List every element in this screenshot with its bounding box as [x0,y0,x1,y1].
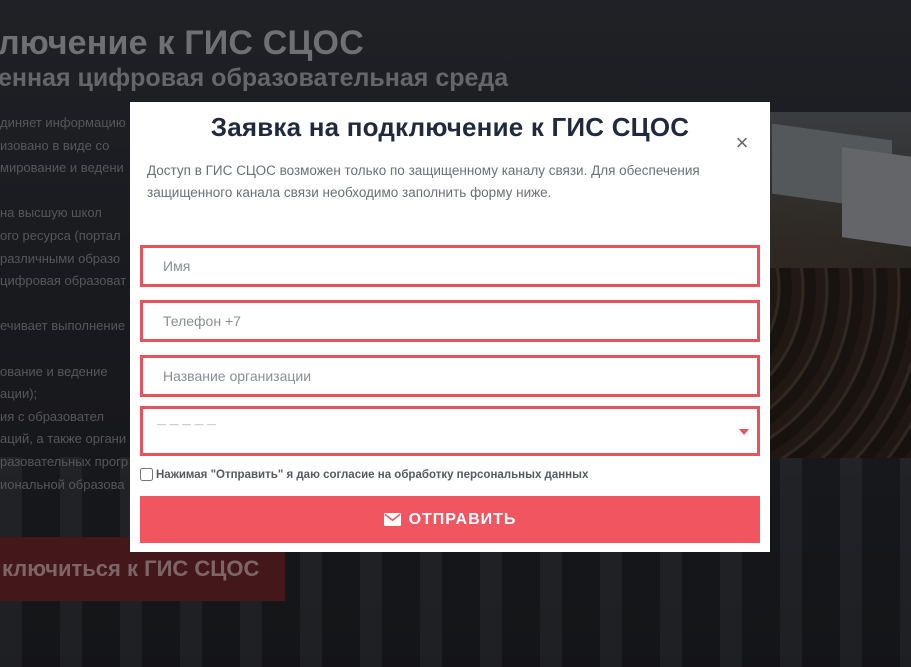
consent-row[interactable]: Нажимая "Отправить" я даю согласие на об… [140,468,588,481]
modal-description: Доступ в ГИС СЦОС возможен только по защ… [147,163,700,200]
phone-input[interactable] [140,300,760,342]
organization-type-select[interactable]: — — — — — [140,406,760,456]
submit-button[interactable]: ОТПРАВИТЬ [140,496,760,543]
select-value: — — — — — [157,419,217,429]
consent-label: Нажимая "Отправить" я даю согласие на об… [156,468,589,481]
name-input[interactable] [140,245,760,287]
submit-label: ОТПРАВИТЬ [408,510,517,528]
consent-checkbox[interactable] [140,468,153,481]
envelope-icon [383,513,401,526]
modal-title: Заявка на подключение к ГИС СЦОС [210,112,690,142]
connection-request-modal: Заявка на подключение к ГИС СЦОС × Досту… [130,102,770,552]
close-icon[interactable]: × [733,132,751,154]
chevron-down-icon [739,429,749,435]
organization-input[interactable] [140,355,760,397]
